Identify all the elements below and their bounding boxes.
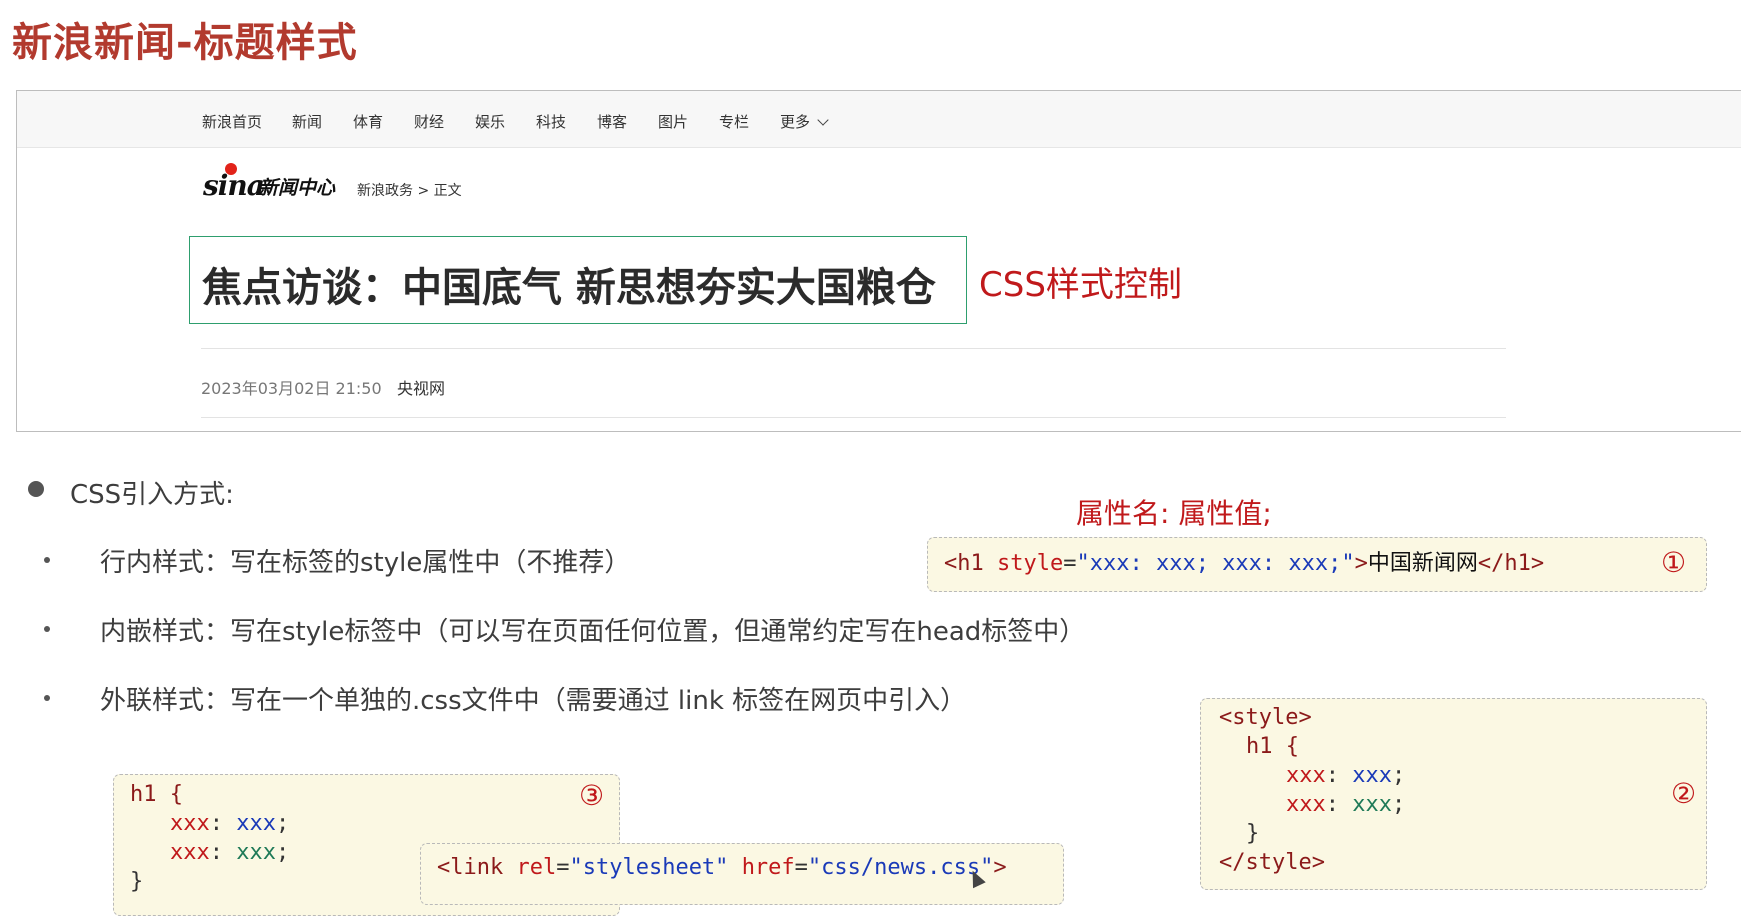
news-center-name[interactable]: 新闻中心 xyxy=(259,173,335,200)
code-token: 中国新闻网 xyxy=(1367,551,1478,576)
code-token: : xyxy=(1325,763,1353,788)
code-token: } xyxy=(1246,821,1260,846)
badge-2: ② xyxy=(1671,777,1697,810)
sina-logo[interactable]: sina xyxy=(203,169,265,202)
nav-item-photos[interactable]: 图片 xyxy=(658,111,688,132)
code-token: </h1> xyxy=(1477,551,1545,576)
code-token: ; xyxy=(1392,763,1406,788)
code-token: href xyxy=(741,855,795,880)
nav-item-entertainment[interactable]: 娱乐 xyxy=(475,111,505,132)
embedded-code-line: <style> xyxy=(1219,703,1312,732)
code-token: ; xyxy=(1392,792,1406,817)
code-token: xxx xyxy=(170,840,210,865)
code-box-embedded: <style> h1 { xxx: xxx; xxx: xxx; } </sty… xyxy=(1200,698,1707,890)
code-token: xxx xyxy=(236,811,276,836)
nav-more-label: 更多 xyxy=(780,113,811,131)
code-token: <style> xyxy=(1219,705,1312,730)
nav-item-tech[interactable]: 科技 xyxy=(536,111,566,132)
top-nav-bar: 新浪首页 新闻 体育 财经 娱乐 科技 博客 图片 专栏 更多 xyxy=(17,91,1741,148)
code-token: <h1 xyxy=(944,551,984,576)
sub-bullet-icon xyxy=(44,626,50,632)
embedded-code-line: } xyxy=(1246,819,1259,848)
code-token: rel xyxy=(516,855,557,880)
code-token: : xyxy=(209,811,237,836)
chevron-down-icon xyxy=(817,114,829,126)
nav-item-home[interactable]: 新浪首页 xyxy=(202,111,262,132)
code-token: xxx xyxy=(1286,792,1326,817)
news-page-screenshot: 新浪首页 新闻 体育 财经 娱乐 科技 博客 图片 专栏 更多 sina 新闻中… xyxy=(16,90,1741,432)
badge-3: ③ xyxy=(579,779,605,812)
code-token: ; xyxy=(276,840,290,865)
code-token: : xyxy=(209,840,237,865)
divider xyxy=(201,417,1506,418)
code-token: = xyxy=(556,855,570,880)
external-code-line: h1 { xyxy=(130,780,183,809)
nav-item-sports[interactable]: 体育 xyxy=(353,111,383,132)
external-code-line: xxx: xxx; xyxy=(170,809,289,838)
sub-bullet-icon xyxy=(44,695,50,701)
bullet-embedded-style: 内嵌样式：写在style标签中（可以写在页面任何位置，但通常约定写在head标签… xyxy=(100,617,1086,647)
css-control-note: CSS样式控制 xyxy=(979,265,1182,305)
external-code-line: } xyxy=(130,867,143,896)
attr-syntax-note: 属性名: 属性值; xyxy=(1076,497,1272,530)
bullet-heading: CSS引入方式: xyxy=(70,480,234,510)
code-token: xxx xyxy=(1352,763,1392,788)
link-code-line: <link rel="stylesheet" href="css/news.cs… xyxy=(437,853,1007,882)
code-box-inline: <h1 style="xxx: xxx; xxx: xxx;">中国新闻网</h… xyxy=(927,537,1707,592)
code-token: "stylesheet" xyxy=(569,855,729,880)
code-box-link: <link rel="stylesheet" href="css/news.cs… xyxy=(420,843,1064,905)
code-token: style xyxy=(997,551,1064,576)
code-token: h1 { xyxy=(130,782,183,807)
breadcrumb[interactable]: 新浪政务 > 正文 xyxy=(357,180,462,200)
external-code-line: xxx: xxx; xyxy=(170,838,289,867)
code-token: xxx xyxy=(236,840,276,865)
code-token: xxx xyxy=(170,811,210,836)
code-token: h1 { xyxy=(1246,734,1299,759)
nav-item-finance[interactable]: 财经 xyxy=(414,111,444,132)
code-token: <link xyxy=(437,855,504,880)
embedded-code-line: xxx: xxx; xyxy=(1286,761,1405,790)
badge-1: ① xyxy=(1661,546,1687,579)
code-token: = xyxy=(794,855,808,880)
nav-item-columns[interactable]: 专栏 xyxy=(719,111,749,132)
embedded-code-line: h1 { xyxy=(1246,732,1299,761)
code-token: xxx xyxy=(1352,792,1392,817)
bullet-icon xyxy=(28,481,44,497)
slide-title: 新浪新闻-标题样式 xyxy=(12,20,358,66)
nav-item-news[interactable]: 新闻 xyxy=(292,111,322,132)
inline-code-line: <h1 style="xxx: xxx; xxx: xxx;">中国新闻网</h… xyxy=(944,549,1544,578)
code-token: : xyxy=(1325,792,1353,817)
code-token: } xyxy=(130,869,144,894)
article-source[interactable]: 央视网 xyxy=(397,375,445,399)
embedded-code-line: xxx: xxx; xyxy=(1286,790,1405,819)
code-token: ; xyxy=(276,811,290,836)
code-token: > xyxy=(1354,551,1368,576)
bullet-external-style: 外联样式：写在一个单独的.css文件中（需要通过 link 标签在网页中引入） xyxy=(100,686,967,716)
article-date: 2023年03月02日 21:50 xyxy=(201,379,382,398)
nav-item-more[interactable]: 更多 xyxy=(780,111,829,132)
article-headline: 焦点访谈：中国底气 新思想夯实大国粮仓 xyxy=(202,265,936,311)
sub-bullet-icon xyxy=(44,557,50,563)
code-token: xxx xyxy=(1286,763,1326,788)
code-token: "xxx: xxx; xxx: xxx;" xyxy=(1076,551,1355,576)
bullet-inline-style: 行内样式：写在标签的style属性中（不推荐） xyxy=(100,548,631,578)
code-token: </style> xyxy=(1219,850,1325,875)
divider xyxy=(201,348,1506,349)
code-token: "css/news.css" xyxy=(807,855,994,880)
nav-item-blog[interactable]: 博客 xyxy=(597,111,627,132)
code-token: > xyxy=(993,855,1007,880)
code-token: = xyxy=(1063,551,1077,576)
embedded-code-line: </style> xyxy=(1219,848,1325,877)
